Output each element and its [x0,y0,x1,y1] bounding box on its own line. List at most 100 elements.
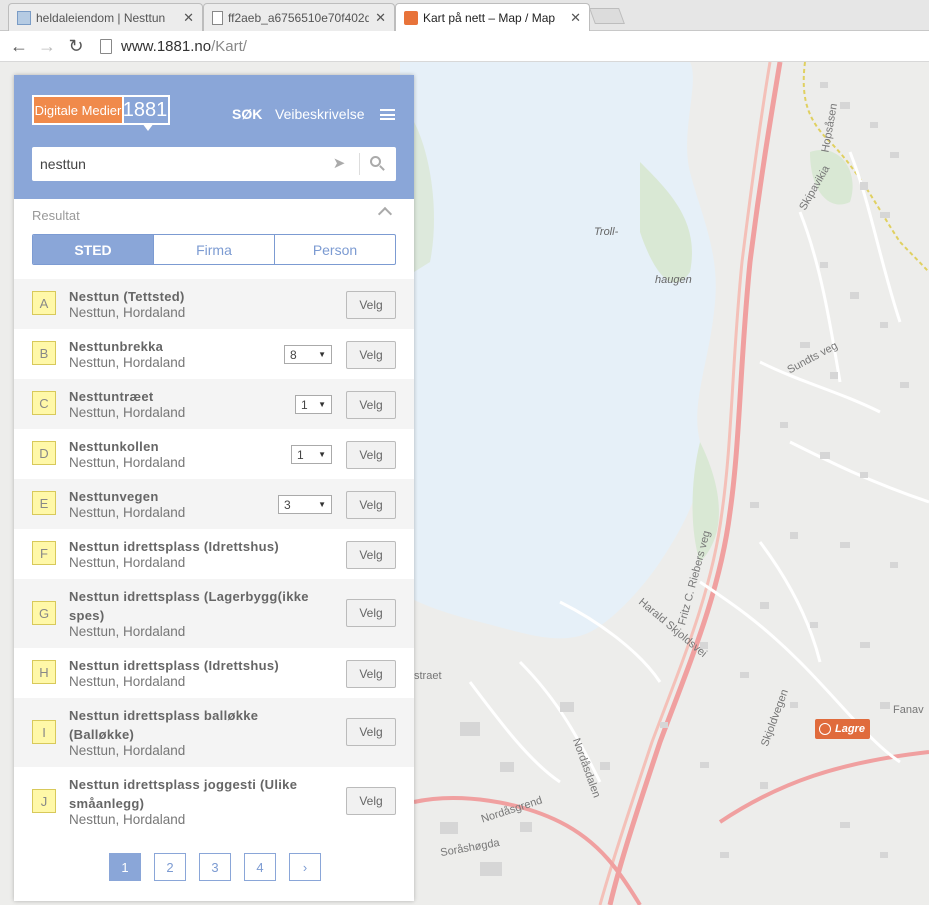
tab-person[interactable]: Person [274,235,395,264]
chevron-right-icon[interactable]: › [289,853,321,881]
list-item[interactable]: D Nesttunkollen Nesttun, Hordaland 1 ▼ Ve… [14,429,414,479]
list-item[interactable]: E Nesttunvegen Nesttun, Hordaland 3 ▼ Vel… [14,479,414,529]
velg-button[interactable]: Velg [346,541,396,569]
logo[interactable]: Digitale Medier 1881 [32,95,172,131]
list-item[interactable]: C Nesttuntræet Nesttun, Hordaland 1 ▼ Vel… [14,379,414,429]
velg-button[interactable]: Velg [346,599,396,627]
velg-button[interactable]: Velg [346,660,396,688]
tab-title: Kart på nett – Map / Map [423,11,556,25]
result-subtitle: Nesttun, Hordaland [69,405,186,420]
list-item[interactable]: G Nesttun idrettsplass (Lagerbygg(ikke s… [14,579,414,648]
chevron-up-icon[interactable] [377,206,393,222]
tab-sted[interactable]: STED [33,235,153,264]
result-subtitle: Nesttun, Hordaland [69,505,186,520]
result-letter-badge: A [32,291,56,315]
count-select[interactable]: 8 ▼ [284,345,332,364]
result-letter-badge: F [32,541,56,565]
page-4-button[interactable]: 4 [244,853,276,881]
search-input[interactable] [40,155,320,173]
tab-title: heldaleiendom | Nesttun [36,10,166,25]
list-item[interactable]: A Nesttun (Tettsted) Nesttun, Hordaland … [14,279,414,329]
result-title: Nesttunkollen [69,439,159,454]
page-icon [212,10,223,25]
dropdown-caret-icon: ▼ [318,350,326,359]
search-icon[interactable] [368,154,388,174]
page-info-icon[interactable] [100,38,112,54]
url-host: www.1881.no [121,37,212,55]
result-letter-badge: B [32,341,56,365]
save-map-button[interactable]: Lagre [815,719,870,739]
map-label: Troll- [594,226,619,238]
result-letter-badge: G [32,601,56,625]
new-tab-button[interactable] [589,8,625,24]
result-letter-badge: D [32,441,56,465]
list-item[interactable]: I Nesttun idrettsplass balløkke (Balløkk… [14,698,414,767]
result-letter-badge: J [32,789,56,813]
select-value: 8 [290,347,297,362]
result-subtitle: Nesttun, Hordaland [69,555,186,570]
url-path: /Kart/ [211,37,247,55]
pin-icon [819,723,831,735]
result-letter-badge: C [32,391,56,415]
result-title: Nesttun idrettsplass joggesti (Ulike små… [69,777,298,811]
result-letter-badge: I [32,720,56,744]
result-title: Nesttun idrettsplass balløkke (Balløkke) [69,708,259,742]
result-title: Nesttun idrettsplass (Idrettshus) [69,658,279,673]
close-tab-icon[interactable]: ✕ [375,10,386,26]
search-box: ➤ [32,147,396,181]
browser-tab-1[interactable]: heldaleiendom | Nesttun ✕ [8,3,203,31]
velg-button[interactable]: Velg [346,718,396,746]
result-title: Nesttunvegen [69,489,159,504]
search-divider [359,153,360,175]
close-tab-icon[interactable]: ✕ [570,10,581,26]
velg-button[interactable]: Velg [346,341,396,369]
count-select[interactable]: 3 ▼ [278,495,332,514]
velg-button[interactable]: Velg [346,391,396,419]
dropdown-caret-icon: ▼ [318,500,326,509]
nav-directions-link[interactable]: Veibeskrivelse [275,106,365,122]
list-item[interactable]: B Nesttunbrekka Nesttun, Hordaland 8 ▼ Ve… [14,329,414,379]
close-tab-icon[interactable]: ✕ [183,10,194,26]
tab-firma[interactable]: Firma [153,235,274,264]
select-value: 1 [301,397,308,412]
velg-button[interactable]: Velg [346,291,396,319]
velg-button[interactable]: Velg [346,441,396,469]
menu-icon[interactable] [380,109,395,120]
forward-arrow-icon[interactable]: → [36,35,58,57]
result-subtitle: Nesttun, Hordaland [69,455,186,470]
results-heading: Resultat [32,208,80,223]
list-item[interactable]: H Nesttun idrettsplass (Idrettshus) Nest… [14,648,414,698]
reload-icon[interactable]: ↻ [65,35,87,57]
list-item[interactable]: F Nesttun idrettsplass (Idrettshus) Nest… [14,529,414,579]
search-panel: Digitale Medier 1881 SØK Veibeskrivelse … [14,75,414,901]
count-select[interactable]: 1 ▼ [295,395,332,414]
locate-icon[interactable]: ➤ [330,155,348,173]
result-title: Nesttun (Tettsted) [69,289,185,304]
count-select[interactable]: 1 ▼ [291,445,332,464]
logo-tail [142,123,154,131]
list-item[interactable]: J Nesttun idrettsplass joggesti (Ulike s… [14,767,414,836]
result-title: Nesttunbrekka [69,339,164,354]
nav-search-link[interactable]: SØK [232,106,262,122]
browser-tab-2[interactable]: ff2aeb_a6756510e70f402d ✕ [203,3,395,31]
map-label: haugen [655,274,692,286]
result-subtitle: Nesttun, Hordaland [69,743,186,758]
dropdown-caret-icon: ▼ [318,450,326,459]
page-2-button[interactable]: 2 [154,853,186,881]
browser-tab-strip: heldaleiendom | Nesttun ✕ ff2aeb_a675651… [0,0,929,32]
velg-button[interactable]: Velg [346,787,396,815]
select-value: 1 [297,447,304,462]
select-value: 3 [284,497,291,512]
back-arrow-icon[interactable]: ← [8,35,30,57]
tab-title: ff2aeb_a6756510e70f402d [228,10,370,25]
results-list: A Nesttun (Tettsted) Nesttun, Hordaland … [14,279,414,836]
dropdown-caret-icon: ▼ [318,400,326,409]
url-field[interactable]: www.1881.no/Kart/ [100,35,247,57]
velg-button[interactable]: Velg [346,491,396,519]
browser-tab-3-active[interactable]: Kart på nett – Map / Map ✕ [395,3,590,32]
map-street-label: straet [414,670,442,682]
save-label: Lagre [835,723,865,735]
page-1-button[interactable]: 1 [109,853,141,881]
result-type-tabs: STED Firma Person [32,234,396,265]
page-3-button[interactable]: 3 [199,853,231,881]
